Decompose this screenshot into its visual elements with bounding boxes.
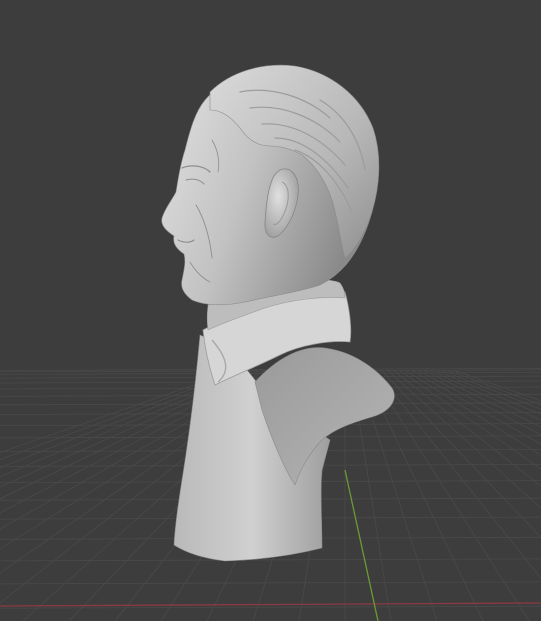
grid-line (392, 369, 541, 487)
grid-line (0, 558, 541, 562)
grid-line (410, 369, 541, 445)
grid-line (374, 369, 541, 579)
x-axis-line (0, 602, 541, 607)
grid-line (452, 369, 541, 402)
grid-line (416, 369, 541, 436)
grid-line (434, 369, 541, 415)
grid-line (0, 581, 541, 585)
y-axis-line (344, 469, 379, 621)
grid-line (368, 369, 530, 621)
3d-viewport[interactable] (0, 0, 541, 621)
bust-model[interactable] (161, 64, 395, 562)
viewport-canvas[interactable] (0, 0, 541, 621)
grid-line (398, 369, 541, 470)
grid-line (386, 369, 541, 509)
